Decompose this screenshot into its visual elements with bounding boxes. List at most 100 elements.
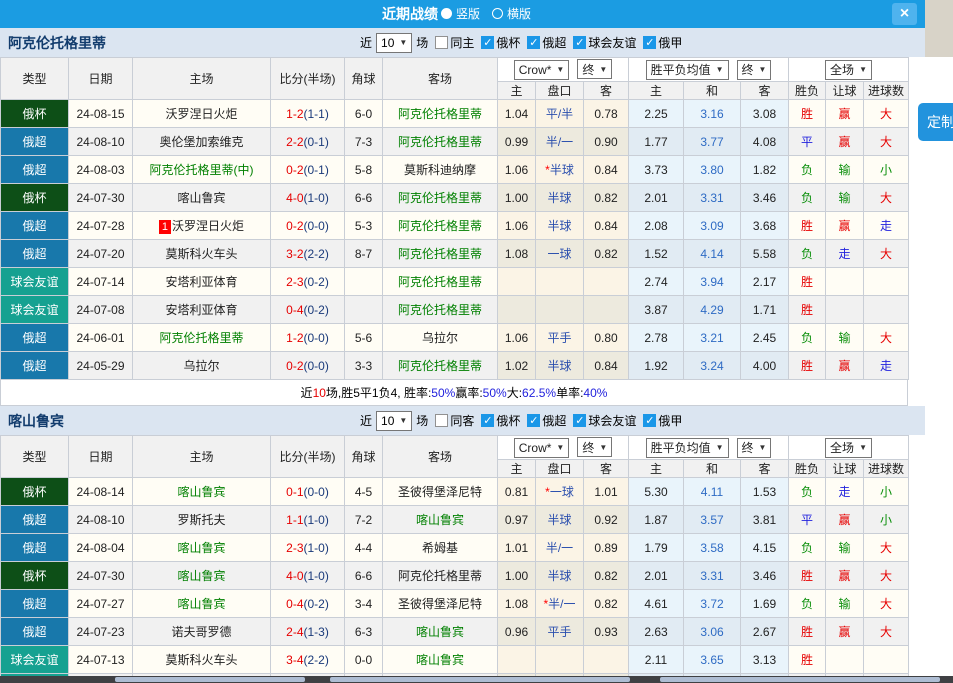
home-team-name: 喀山鲁宾 [177, 191, 225, 205]
result-cell: 负 [789, 534, 826, 562]
avg-draw-value: 3.58 [700, 541, 723, 555]
away-team-name: 阿克伦托格里蒂 [398, 219, 482, 233]
date-cell: 24-07-14 [69, 268, 133, 296]
full-score: 3-4 [286, 653, 303, 667]
away-team-name: 喀山鲁宾 [416, 625, 464, 639]
home-team-name: 阿克伦托格里蒂(中) [150, 163, 254, 177]
avg-away-cell: 1.82 [741, 156, 789, 184]
home-team-cell: 阿克伦托格里蒂 [133, 324, 271, 352]
view-mode-radio-0[interactable]: 竖版 [441, 5, 480, 22]
subcolumn-header: 和 [684, 82, 741, 100]
league-checkbox-1[interactable]: ✓ [527, 36, 540, 49]
avg-draw-value: 3.09 [700, 219, 723, 233]
corner-cell: 5-3 [345, 212, 383, 240]
home-team-name: 诺夫哥罗德 [171, 625, 231, 639]
odds-company-select[interactable]: Crow*▼ [514, 438, 570, 458]
column-header: 日期 [69, 58, 133, 100]
avg-home-cell: 2.01 [629, 562, 684, 590]
scope-select[interactable]: 全场▼ [825, 438, 872, 458]
away-team-name: 阿克伦托格里蒂 [398, 275, 482, 289]
corner-cell: 6-6 [345, 184, 383, 212]
same-venue-checkbox[interactable] [435, 414, 448, 427]
league-checkbox-0[interactable]: ✓ [481, 36, 494, 49]
table-row: 俄杯24-08-15沃罗涅日火炬1-2(1-1)6-0阿克伦托格里蒂1.04平/… [1, 100, 909, 128]
column-header: 比分(半场) [271, 436, 345, 478]
games-count-select[interactable]: 10▼ [376, 33, 412, 53]
avg-draw-value: 3.24 [700, 359, 723, 373]
avg-final-select[interactable]: 终▼ [737, 60, 772, 80]
avg-final-select[interactable]: 终▼ [737, 438, 772, 458]
corner-cell: 7-3 [345, 128, 383, 156]
subcolumn-header: 让球 [826, 82, 864, 100]
chevron-down-icon: ▼ [759, 65, 767, 74]
goals-result-cell: 大 [864, 562, 909, 590]
away-team-cell: 阿克伦托格里蒂 [383, 268, 498, 296]
goals-result-cell [864, 646, 909, 674]
subcolumn-header: 胜负 [789, 82, 826, 100]
summary-segment: 赢率: [455, 384, 482, 401]
table-row: 俄超24-05-29乌拉尔0-2(0-0)3-3阿克伦托格里蒂1.02半球0.8… [1, 352, 909, 380]
home-team-name: 安塔利亚体育 [165, 275, 237, 289]
subcolumn-header: 主 [629, 460, 684, 478]
close-button[interactable]: × [892, 3, 917, 25]
avg-away-cell: 5.58 [741, 240, 789, 268]
avg-away-cell: 2.67 [741, 618, 789, 646]
avg-away-cell: 2.45 [741, 324, 789, 352]
same-venue-checkbox[interactable] [435, 36, 448, 49]
corner-cell: 4-5 [345, 478, 383, 506]
league-checkbox-3[interactable]: ✓ [643, 414, 656, 427]
date-cell: 24-07-20 [69, 240, 133, 268]
games-count-select[interactable]: 10▼ [376, 411, 412, 431]
scope-select[interactable]: 全场▼ [825, 60, 872, 80]
customize-button[interactable]: 定制 [918, 103, 953, 141]
chevron-down-icon: ▼ [599, 443, 607, 452]
corner-cell: 3-4 [345, 590, 383, 618]
subcolumn-header: 盘口 [536, 460, 584, 478]
away-team-cell: 阿克伦托格里蒂 [383, 212, 498, 240]
league-cell: 俄超 [1, 590, 69, 618]
goals-result-cell [864, 296, 909, 324]
league-checkbox-0[interactable]: ✓ [481, 414, 494, 427]
handicap-cell: 半球 [536, 562, 584, 590]
home-team-cell: 阿克伦托格里蒂(中) [133, 156, 271, 184]
odds-away-cell: 0.82 [584, 184, 629, 212]
handicap-result-cell: 赢 [826, 506, 864, 534]
avg-odds-select[interactable]: 胜平负均值▼ [646, 60, 729, 80]
handicap-value: 一球 [547, 247, 571, 261]
avg-away-cell: 3.81 [741, 506, 789, 534]
league-checkbox-3[interactable]: ✓ [643, 36, 656, 49]
odds-final-select[interactable]: 终▼ [577, 437, 612, 457]
league-checkbox-2[interactable]: ✓ [573, 414, 586, 427]
select-value: 终 [742, 61, 754, 78]
league-checkbox-label: 球会友谊 [588, 34, 636, 51]
avg-odds-select[interactable]: 胜平负均值▼ [646, 438, 729, 458]
score-cell: 0-2(0-1) [271, 156, 345, 184]
odds-final-select[interactable]: 终▼ [577, 59, 612, 79]
avg-home-cell: 2.11 [629, 646, 684, 674]
away-team-name: 阿克伦托格里蒂 [398, 107, 482, 121]
avg-draw-value: 3.06 [700, 625, 723, 639]
background-window-segment [115, 677, 305, 682]
handicap-result-cell: 赢 [826, 100, 864, 128]
select-value: 胜平负均值 [651, 439, 711, 456]
odds-company-select[interactable]: Crow*▼ [514, 60, 570, 80]
home-team-cell: 罗斯托夫 [133, 506, 271, 534]
league-checkbox-1[interactable]: ✓ [527, 414, 540, 427]
date-cell: 24-05-29 [69, 352, 133, 380]
handicap-value: 半球 [547, 513, 571, 527]
table-row: 俄超24-08-10罗斯托夫1-1(1-0)7-2喀山鲁宾0.97半球0.921… [1, 506, 909, 534]
result-cell: 负 [789, 184, 826, 212]
view-mode-radio-1[interactable]: 横版 [492, 5, 531, 22]
chevron-down-icon: ▼ [599, 65, 607, 74]
column-header: 角球 [345, 436, 383, 478]
handicap-result-cell: 赢 [826, 352, 864, 380]
table-row: 俄杯24-07-30喀山鲁宾4-0(1-0)6-6阿克伦托格里蒂1.00半球0.… [1, 184, 909, 212]
league-checkbox-2[interactable]: ✓ [573, 36, 586, 49]
full-score: 2-4 [286, 625, 303, 639]
avg-draw-cell: 4.11 [684, 478, 741, 506]
table-row: 俄超24-08-03阿克伦托格里蒂(中)0-2(0-1)5-8莫斯科迪纳摩1.0… [1, 156, 909, 184]
avg-draw-value: 4.14 [700, 247, 723, 261]
handicap-result-cell: 输 [826, 590, 864, 618]
league-cell: 俄超 [1, 534, 69, 562]
home-team-name: 沃罗涅日火炬 [172, 219, 244, 233]
